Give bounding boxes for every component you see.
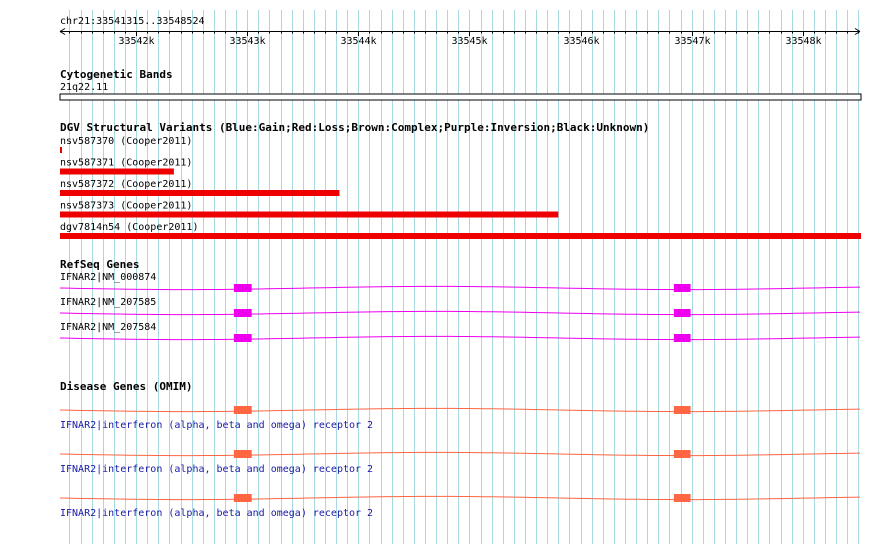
cytoband-label: 21q22.11	[60, 82, 108, 93]
cytoband-bar[interactable]	[59, 93, 862, 101]
refseq-exon[interactable]	[673, 284, 691, 292]
refseq-exon[interactable]	[233, 334, 252, 342]
omim-gene-label[interactable]: IFNAR2|interferon (alpha, beta and omega…	[60, 464, 373, 475]
dgv-track[interactable]: DGV Structural Variants (Blue:Gain;Red:L…	[60, 121, 861, 239]
dgv-variant-label: nsv587370 (Cooper2011)	[60, 136, 192, 147]
ruler-tick-label: 33547k	[674, 36, 710, 47]
omim-track[interactable]: Disease Genes (OMIM) IFNAR2|interferon (…	[59, 380, 861, 519]
gene-intron-line[interactable]	[59, 451, 861, 457]
refseq-transcript-label: IFNAR2|NM_000874	[60, 272, 156, 283]
cytoband-track[interactable]: Cytogenetic Bands 21q22.11	[59, 68, 862, 101]
refseq-exon[interactable]	[673, 334, 691, 342]
omim-gene-label[interactable]: IFNAR2|interferon (alpha, beta and omega…	[60, 420, 373, 431]
ruler-tick-label: 33544k	[340, 36, 376, 47]
omim-gene-label[interactable]: IFNAR2|interferon (alpha, beta and omega…	[60, 508, 373, 519]
range-label: chr21:33541315..33548524	[60, 16, 205, 27]
gene-intron-line[interactable]	[59, 495, 861, 501]
refseq-exon[interactable]	[233, 284, 252, 292]
cytoband-track-title: Cytogenetic Bands	[60, 68, 173, 81]
refseq-track-title: RefSeq Genes	[60, 258, 139, 271]
gene-intron-line[interactable]	[59, 335, 861, 341]
omim-exon[interactable]	[233, 450, 252, 458]
refseq-exon[interactable]	[673, 309, 691, 317]
dgv-variant-bar[interactable]	[60, 190, 340, 196]
omim-exon[interactable]	[673, 450, 691, 458]
gene-intron-line[interactable]	[59, 310, 861, 316]
dgv-variant-label: nsv587372 (Cooper2011)	[60, 179, 192, 190]
ruler-tick-label: 33545k	[451, 36, 487, 47]
dgv-variant-bar[interactable]	[60, 233, 861, 239]
ruler[interactable]: chr21:33541315..33548524 33542k 33543k 335…	[59, 16, 861, 47]
omim-exon[interactable]	[233, 406, 252, 414]
genome-browser-canvas: chr21:33541315..33548524 33542k 33543k 335…	[59, 10, 862, 544]
ruler-tick-label: 33542k	[118, 36, 154, 47]
ruler-tick-label: 33543k	[229, 36, 265, 47]
dgv-track-title: DGV Structural Variants (Blue:Gain;Red:L…	[60, 121, 649, 134]
omim-exon[interactable]	[673, 494, 691, 502]
dgv-variant-bar[interactable]	[60, 147, 62, 153]
omim-track-title: Disease Genes (OMIM)	[60, 380, 192, 393]
omim-exon[interactable]	[233, 494, 252, 502]
refseq-transcript-label: IFNAR2|NM_207584	[60, 322, 156, 333]
ruler-tick-label: 33548k	[785, 36, 821, 47]
ruler-tick-label: 33546k	[563, 36, 599, 47]
dgv-variant-label: nsv587371 (Cooper2011)	[60, 158, 192, 169]
dgv-variant-label: dgv7814n54 (Cooper2011)	[60, 222, 198, 233]
gene-intron-line[interactable]	[59, 407, 861, 413]
refseq-track[interactable]: RefSeq Genes IFNAR2|NM_000874 IFNAR2|NM_2…	[59, 258, 861, 342]
dgv-features[interactable]: nsv587370 (Cooper2011) nsv587371 (Cooper2…	[60, 136, 861, 239]
gene-intron-line[interactable]	[59, 285, 861, 291]
dgv-variant-label: nsv587373 (Cooper2011)	[60, 201, 192, 212]
refseq-transcript-label: IFNAR2|NM_207585	[60, 297, 156, 308]
refseq-exon[interactable]	[233, 309, 252, 317]
dgv-variant-bar[interactable]	[60, 168, 174, 175]
omim-features[interactable]: IFNAR2|interferon (alpha, beta and omega…	[59, 406, 861, 519]
dgv-variant-bar[interactable]	[60, 211, 559, 218]
refseq-features[interactable]: IFNAR2|NM_000874 IFNAR2|NM_207585 IFNAR2|N…	[59, 272, 861, 342]
omim-exon[interactable]	[673, 406, 691, 414]
ruler-ticks: 33542k 33543k 33544k 33545k 33546k 33547k 3354…	[69, 31, 859, 47]
